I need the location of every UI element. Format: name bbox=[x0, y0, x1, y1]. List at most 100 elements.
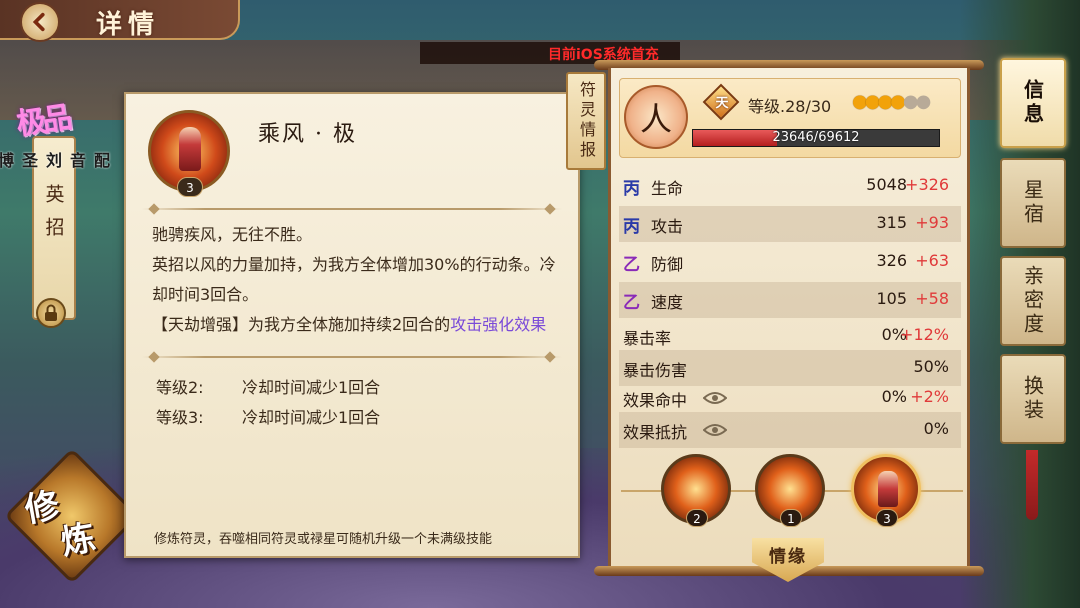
shikigami-figure-icon bbox=[179, 127, 201, 171]
star-icon: ● bbox=[864, 91, 881, 112]
cultivate-hint: 修炼符灵，吞噬相同符灵或禄星可随机升级一个未满级技能 bbox=[154, 532, 493, 547]
level-effect: 冷却时间减少1回合 bbox=[242, 408, 381, 427]
tab-label: 星宿 bbox=[1020, 179, 1045, 227]
skill-orb-button-selected[interactable]: 3 bbox=[851, 454, 921, 527]
skill-desc-enhance: 【天劫增强】为我方全体施加持续2回合的攻击强化效果 bbox=[152, 310, 566, 340]
level-label: 等级3: bbox=[156, 408, 204, 427]
stat-bonus: +58 bbox=[915, 289, 949, 308]
stat-grade: 丙 bbox=[623, 179, 640, 199]
lock-icon[interactable] bbox=[36, 298, 66, 328]
grade-text: 天 bbox=[715, 96, 729, 111]
star-icon: ● bbox=[915, 91, 932, 112]
stat-name: 生命 bbox=[651, 179, 684, 198]
tab-intimacy[interactable]: 亲密度 bbox=[1000, 256, 1066, 346]
stat-row-crit-rate: 暴击率 0% +12% bbox=[619, 318, 961, 354]
tab-fuling-info[interactable]: 符灵情报 bbox=[566, 72, 606, 170]
enhance-text: 【天劫增强】为我方全体施加持续2回合的 bbox=[152, 315, 451, 334]
page-title: 详情 bbox=[96, 10, 161, 40]
stat-name: 防御 bbox=[651, 255, 684, 274]
tab-label: 信息 bbox=[1020, 79, 1045, 127]
stat-value: 50% bbox=[913, 357, 949, 376]
divider bbox=[142, 356, 562, 358]
star-icon: ● bbox=[852, 91, 868, 112]
tab-constellation[interactable]: 星宿 bbox=[1000, 158, 1066, 248]
cultivate-char: 炼 bbox=[58, 517, 99, 564]
skill-orbs: 2 1 3 bbox=[621, 454, 963, 530]
back-button[interactable] bbox=[20, 2, 60, 42]
skill-tab-label: 英招 bbox=[42, 184, 65, 250]
voice-char: 刘 bbox=[43, 152, 62, 168]
stat-name: 暴击率 bbox=[623, 329, 672, 348]
shikigami-figure-icon bbox=[878, 471, 898, 507]
skill-desc-line: 驰骋疾风，无往不胜。 bbox=[152, 225, 313, 244]
skill-orb-number: 2 bbox=[686, 509, 708, 527]
stat-value: 0% bbox=[881, 387, 907, 406]
back-arrow-icon bbox=[32, 12, 45, 32]
stat-grade: 丙 bbox=[623, 217, 640, 237]
stat-name: 攻击 bbox=[651, 217, 684, 236]
stat-row-effect-resist: 效果抵抗 0% bbox=[619, 412, 961, 448]
skill-icon-level: 3 bbox=[177, 177, 203, 197]
skill-desc-line: 英招以风的力量加持，为我方全体增加30%的行动条。冷却时间3回合。 bbox=[152, 255, 556, 304]
cultivate-button-label[interactable]: 修 炼 bbox=[22, 477, 124, 567]
stat-grade: 乙 bbox=[623, 255, 640, 275]
stat-value: 326 bbox=[876, 251, 907, 270]
stat-grade: 乙 bbox=[623, 293, 640, 313]
stat-name: 速度 bbox=[651, 293, 684, 312]
buff-link[interactable]: 攻击强化效果 bbox=[450, 315, 546, 334]
qingyuan-label: 情缘 bbox=[769, 547, 807, 567]
exp-text: 23646/69612 bbox=[772, 130, 860, 145]
eye-icon[interactable] bbox=[703, 422, 727, 438]
level-upgrade-row: 等级2: 冷却时间减少1回合 bbox=[156, 374, 380, 398]
stat-value: 315 bbox=[876, 213, 907, 232]
tassel-decoration bbox=[1026, 450, 1038, 520]
stat-bonus: +326 bbox=[905, 175, 949, 194]
stat-row-effect-hit: 效果命中 0% +2% bbox=[619, 380, 961, 416]
skill-name: 乘风 · 极 bbox=[258, 122, 357, 147]
voice-char: 音 bbox=[67, 152, 86, 168]
skill-orb-number: 3 bbox=[876, 509, 898, 527]
star-rating: ●●●●●● bbox=[852, 91, 932, 112]
level-upgrade-row: 等级3: 冷却时间减少1回合 bbox=[156, 404, 380, 428]
skill-description: 驰骋疾风，无往不胜。 英招以风的力量加持，为我方全体增加30%的行动条。冷却时间… bbox=[152, 220, 566, 352]
stat-name: 效果抵抗 bbox=[623, 423, 688, 442]
voice-char: 圣 bbox=[19, 152, 38, 168]
stat-bonus: +2% bbox=[910, 387, 949, 406]
stat-value: 105 bbox=[876, 289, 907, 308]
divider bbox=[142, 208, 562, 210]
star-icon: ● bbox=[890, 91, 906, 112]
voice-char: 配 bbox=[91, 152, 110, 168]
tab-label: 亲密度 bbox=[1020, 265, 1045, 337]
star-icon: ● bbox=[902, 91, 919, 112]
stat-bonus: +93 bbox=[915, 213, 949, 232]
skill-detail-panel: 3 乘风 · 极 驰骋疾风，无往不胜。 英招以风的力量加持，为我方全体增加30%… bbox=[124, 92, 580, 558]
stat-row-speed: 乙 速度 105 +58 bbox=[619, 282, 961, 318]
level-effect: 冷却时间减少1回合 bbox=[242, 378, 381, 397]
skill-orb-button[interactable]: 1 bbox=[755, 454, 825, 527]
level-text: 等级.28/30 bbox=[748, 97, 832, 116]
level-label: 等级2: bbox=[156, 378, 204, 397]
voice-char: 博 bbox=[0, 152, 14, 168]
cultivate-char: 修 bbox=[21, 485, 63, 531]
stat-bonus: +63 bbox=[915, 251, 949, 270]
fuling-tab-label: 符灵情报 bbox=[577, 81, 596, 161]
skill-icon: 3 bbox=[148, 110, 230, 197]
stat-value: 5048 bbox=[866, 175, 907, 194]
eye-icon[interactable] bbox=[703, 390, 727, 406]
stat-bonus: +12% bbox=[900, 325, 949, 344]
voice-actor-label: 配 音 刘 圣 博 bbox=[0, 152, 112, 168]
skill-orb-number: 1 bbox=[780, 509, 802, 527]
tab-outfit[interactable]: 换装 bbox=[1000, 354, 1066, 444]
stat-row-attack: 丙 攻击 315 +93 bbox=[619, 206, 961, 242]
stat-name: 效果命中 bbox=[623, 391, 688, 410]
tab-info[interactable]: 信息 bbox=[1000, 58, 1066, 148]
profile-header: 人 天 等级.28/30 ●●●●●● 23646/69612 bbox=[619, 78, 961, 158]
stat-row-hp: 丙 生命 5048 +326 bbox=[619, 168, 961, 204]
skill-orb-button[interactable]: 2 bbox=[661, 454, 731, 527]
stat-row-defense: 乙 防御 326 +63 bbox=[619, 244, 961, 280]
star-icon: ● bbox=[877, 91, 893, 112]
stat-name: 暴击伤害 bbox=[623, 361, 688, 380]
tab-label: 换装 bbox=[1020, 375, 1045, 423]
stat-value: 0% bbox=[923, 419, 949, 438]
type-emblem: 人 bbox=[624, 85, 688, 149]
